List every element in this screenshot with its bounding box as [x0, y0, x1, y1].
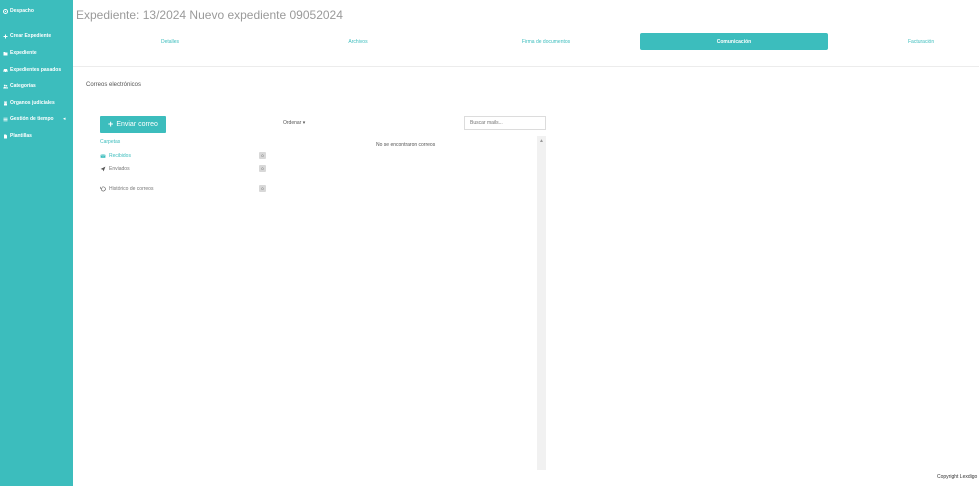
inbox-icon	[100, 153, 106, 159]
car-icon	[3, 68, 8, 73]
folder-recibidos[interactable]: Recibidos 0	[100, 151, 266, 160]
sidebar-item-despacho[interactable]: Despacho	[3, 8, 34, 14]
folders-label: Carpetas	[100, 139, 121, 145]
folder-historico[interactable]: Histórico de correos 0	[100, 184, 266, 193]
sidebar-item-label: Crear Expediente	[10, 33, 52, 39]
section-title: Correos electrónicos	[86, 82, 142, 88]
scroll-up-icon[interactable]: ▲	[539, 138, 544, 144]
sidebar-item-label: Plantillas	[10, 133, 32, 139]
history-icon	[100, 186, 106, 192]
sidebar-item-organos-judiciales[interactable]: Organos judiciales	[3, 100, 55, 106]
sidebar-item-label: Despacho	[10, 8, 34, 14]
copyright: Copyright Lexdigo	[937, 474, 978, 480]
sidebar-item-categorias[interactable]: Categorías	[3, 83, 36, 89]
send-mail-button[interactable]: + Enviar correo	[100, 116, 166, 133]
dashboard-icon	[3, 8, 8, 14]
empty-message: No se encontraron correos	[376, 142, 436, 148]
scrollbar[interactable]	[537, 136, 546, 470]
count-badge: 0	[259, 185, 266, 192]
sidebar: Despacho Crear Expediente Expediente Exp…	[0, 0, 73, 486]
count-badge: 0	[259, 165, 266, 172]
send-icon	[100, 166, 106, 172]
sidebar-item-label: Organos judiciales	[10, 100, 55, 106]
sort-dropdown[interactable]: Ordenar ▾	[283, 120, 305, 126]
count-badge: 0	[259, 152, 266, 159]
folder-label: Recibidos	[109, 152, 131, 159]
tab-detalles[interactable]: Detalles	[80, 33, 260, 50]
sidebar-item-gestion-de-tiempo[interactable]: Gestión de tiempo	[3, 116, 54, 122]
sidebar-item-label: Expediente	[10, 50, 37, 56]
send-mail-label: Enviar correo	[116, 121, 158, 128]
folder-icon	[3, 51, 8, 56]
sidebar-item-expedientes-pasados[interactable]: Expedientes pasados	[3, 67, 61, 73]
divider	[73, 66, 979, 67]
tab-facturacion[interactable]: Facturación	[834, 33, 979, 50]
plus-icon: +	[108, 119, 114, 129]
sidebar-item-label: Categorías	[10, 83, 36, 89]
tab-comunicacion[interactable]: Comunicación	[640, 33, 828, 50]
folder-enviados[interactable]: Enviados 0	[100, 164, 266, 173]
mail-list	[270, 134, 546, 470]
users-icon	[3, 84, 8, 89]
sidebar-item-expediente[interactable]: Expediente	[3, 50, 37, 56]
list-icon	[3, 117, 8, 122]
building-icon	[3, 101, 8, 106]
sidebar-item-label: Expedientes pasados	[10, 67, 62, 73]
page-title: Expediente: 13/2024 Nuevo expediente 090…	[76, 8, 343, 22]
sidebar-item-plantillas[interactable]: Plantillas	[3, 133, 32, 139]
file-icon	[3, 134, 8, 139]
search-input[interactable]	[464, 116, 546, 130]
tab-firma-de-documentos[interactable]: Firma de documentos	[456, 33, 636, 50]
sidebar-item-crear-expediente[interactable]: Crear Expediente	[3, 33, 51, 39]
sidebar-item-label: Gestión de tiempo	[10, 116, 54, 122]
folder-label: Histórico de correos	[109, 185, 154, 192]
tab-archivos[interactable]: Archivos	[268, 33, 448, 50]
folder-label: Enviados	[109, 165, 130, 172]
chevron-left-icon[interactable]: ◂	[63, 116, 66, 122]
plus-icon	[3, 34, 8, 39]
